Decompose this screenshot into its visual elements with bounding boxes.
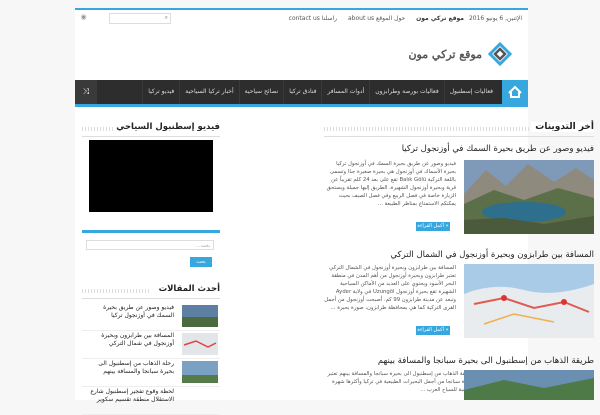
read-more-button[interactable]: أكمل القراءة » — [416, 222, 450, 231]
section-title: أخر التدوينات — [531, 122, 594, 132]
post-excerpt: طريقة الذهاب من إسطنبول الى بحيرة سبانجا… — [327, 371, 474, 393]
recent-item-title[interactable]: المسافة بين طرابزون وبحيرة أوزنجول في شم… — [84, 332, 174, 348]
nav-item-bursa-events[interactable]: فعاليات بورصة وطرابزون — [369, 80, 443, 104]
nav-item-hotels[interactable]: فنادق تركيا — [283, 80, 321, 104]
search-input[interactable]: ⌕ — [109, 13, 171, 24]
recent-item[interactable]: لحظة وقوع تفجير إسطنبول شارع الاستقلال م… — [82, 386, 220, 415]
title-hatch — [324, 127, 544, 131]
home-button[interactable] — [502, 80, 528, 104]
recent-item[interactable]: رحلة الذهاب من إسطنبول الى بحيرة سبانجا … — [82, 358, 220, 387]
post-excerpt: فيديو وصور عن طريق بحيرة السمك في أوزنجو… — [326, 161, 456, 207]
widget-title: أحدث المقالات — [155, 284, 220, 294]
title-hatch — [82, 289, 150, 293]
recent-item[interactable]: فيديو وصور عن طريق بحيرة السمك في أوزنجو… — [82, 302, 220, 331]
video-widget-title: فيديو إسطنبول السياحي — [82, 122, 220, 137]
widget-title: فيديو إسطنبول السياحي — [113, 122, 220, 132]
post-3: طريقة الذهاب من إسطنبول الى بحيرة سبانجا… — [324, 356, 594, 400]
sidebar-search-input[interactable]: بحث... — [86, 240, 214, 250]
latest-posts-title: أخر التدوينات — [324, 122, 594, 137]
logo-icon — [488, 42, 512, 66]
recent-widget-title: أحدث المقالات — [82, 284, 220, 299]
post-thumbnail[interactable] — [464, 370, 594, 400]
top-menu-home[interactable]: موقع تركي مون — [416, 15, 464, 22]
current-date: الإثنين, 6 يونيو 2016 — [468, 15, 522, 22]
site-name: موقع تركي مون — [408, 47, 482, 61]
post-2: المسافة بين طرابزون وبحيرة أوزنجول في ال… — [324, 250, 594, 342]
post-title[interactable]: طريقة الذهاب من إسطنبول الى بحيرة سبانجا… — [324, 356, 594, 366]
video-player[interactable] — [89, 140, 213, 212]
nav-item-traveler-tools[interactable]: أدوات المسافر — [321, 80, 369, 104]
recent-item-thumbnail[interactable] — [182, 333, 218, 355]
nav-item-video[interactable]: فيديو تركيا — [142, 80, 179, 104]
site-logo[interactable]: موقع تركي مون — [408, 40, 512, 68]
main-nav: فعاليات إسطنبول فعاليات بورصة وطرابزون أ… — [75, 80, 528, 107]
rss-icon[interactable]: ◉ — [79, 13, 88, 22]
post-1: فيديو وصور عن طريق بحيرة السمك في أوزنجو… — [324, 144, 594, 236]
top-menu-contact[interactable]: راسلنا contact us — [289, 15, 337, 22]
post-thumbnail[interactable] — [464, 160, 594, 234]
sidebar-search-button[interactable]: بحث — [190, 257, 212, 267]
post-thumbnail[interactable] — [464, 264, 594, 338]
post-excerpt: المسافة بين طرابزون وبحيرة أوزنجول في ال… — [324, 265, 456, 311]
recent-item-title[interactable]: لحظة وقوع تفجير إسطنبول شارع الاستقلال م… — [84, 388, 174, 404]
post-title[interactable]: المسافة بين طرابزون وبحيرة أوزنجول في ال… — [324, 250, 594, 260]
nav-item-tips[interactable]: نصائح سياحية — [238, 80, 284, 104]
nav-item-news[interactable]: أخبار تركيا السياحية — [179, 80, 238, 104]
recent-item-title[interactable]: رحلة الذهاب من إسطنبول الى بحيرة سبانجا … — [84, 360, 174, 376]
recent-item-thumbnail[interactable] — [182, 361, 218, 383]
search-widget: بحث... بحث — [82, 230, 220, 281]
recent-item-title[interactable]: فيديو وصور عن طريق بحيرة السمك في أوزنجو… — [84, 304, 174, 320]
top-menu: موقع تركي مون حول الموقع about us راسلنا… — [280, 15, 464, 22]
nav-items: فعاليات إسطنبول فعاليات بورصة وطرابزون أ… — [142, 80, 498, 104]
top-menu-about[interactable]: حول الموقع about us — [348, 15, 405, 22]
recent-item-thumbnail[interactable] — [182, 305, 218, 327]
home-icon — [508, 85, 522, 98]
shuffle-icon[interactable]: ⤨ — [75, 80, 97, 104]
site-header: موقع تركي مون — [75, 26, 528, 80]
post-title[interactable]: فيديو وصور عن طريق بحيرة السمك في أوزنجو… — [324, 144, 594, 154]
read-more-button[interactable]: أكمل القراءة » — [416, 326, 450, 335]
social-icons: ◉ — [79, 13, 90, 24]
search-icon[interactable]: ⌕ — [165, 14, 168, 22]
nav-item-istanbul-events[interactable]: فعاليات إسطنبول — [443, 80, 498, 104]
recent-item[interactable]: المسافة بين طرابزون وبحيرة أوزنجول في شم… — [82, 330, 220, 359]
